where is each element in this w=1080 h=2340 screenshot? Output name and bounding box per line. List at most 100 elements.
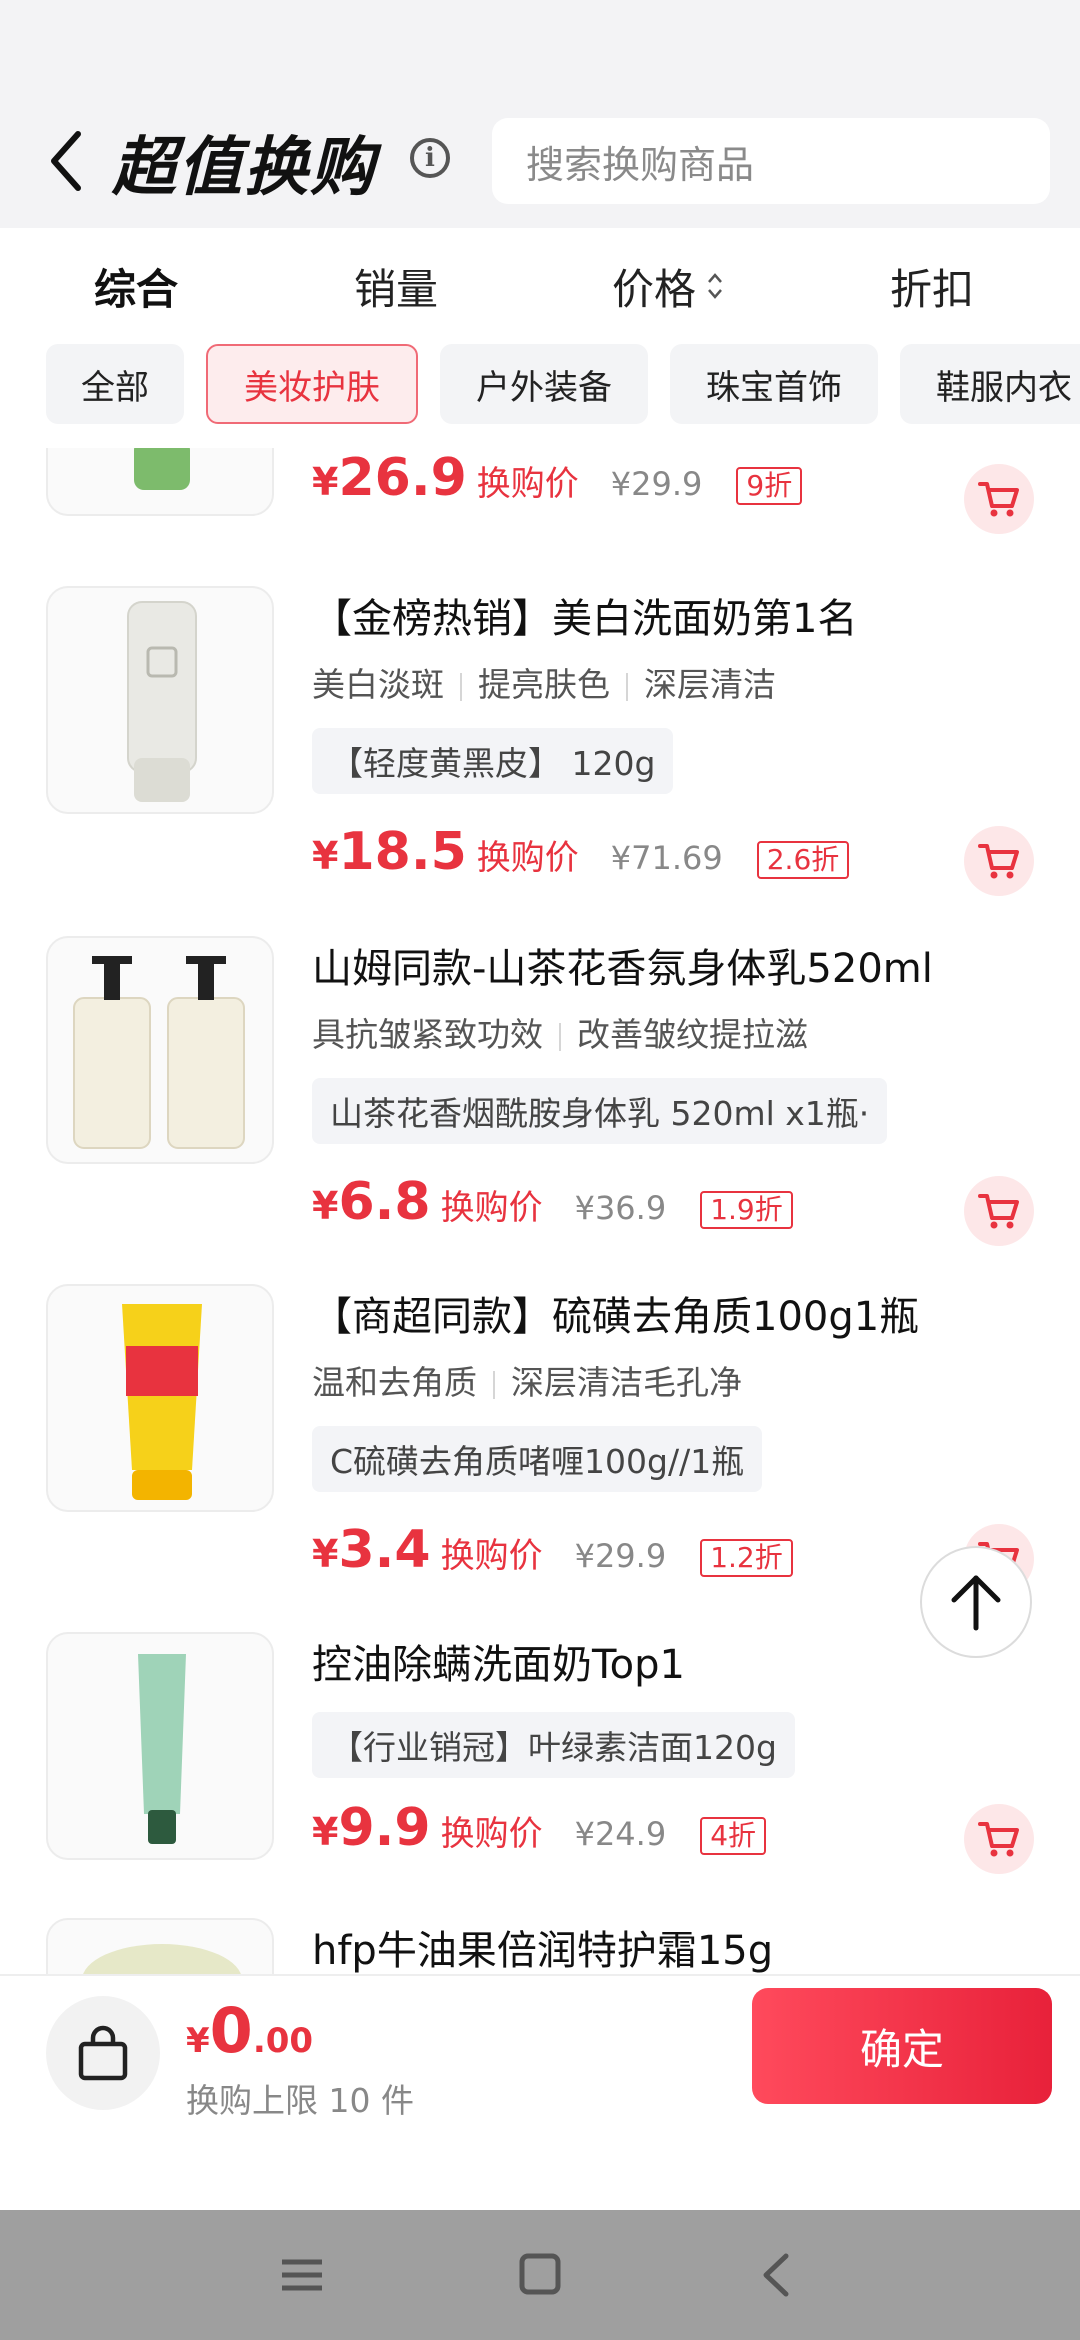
discount-badge: 1.2折: [700, 1539, 793, 1577]
product-title: 控油除螨洗面奶Top1: [312, 1642, 685, 1688]
original-price: ¥24.9: [574, 1815, 667, 1853]
product-spec[interactable]: 山茶花香烟酰胺身体乳 520ml x1瓶·: [312, 1078, 888, 1144]
product-tag: 深层清洁: [644, 665, 776, 704]
sort-tab-label: 折扣: [890, 264, 975, 314]
product-spec[interactable]: C硫磺去角质啫喱100g//1瓶: [312, 1426, 763, 1492]
price-row: ¥ 9.9 换购价 ¥24.9 4折: [312, 1798, 767, 1858]
category-chip-beauty[interactable]: 美妆护肤: [206, 344, 418, 424]
scroll-to-top-button[interactable]: [920, 1546, 1032, 1658]
category-bar: 全部 美妆护肤 户外装备 珠宝首饰 鞋服内衣: [0, 344, 1080, 444]
currency-symbol: ¥: [312, 460, 339, 504]
exchange-price: 3.4: [338, 1520, 431, 1580]
exchange-price: 18.5: [338, 822, 467, 882]
menu-icon[interactable]: [272, 2250, 332, 2300]
product-tags: 温和去角质 深层清洁毛孔净: [312, 1356, 742, 1404]
confirm-button[interactable]: 确定: [752, 1988, 1052, 2104]
category-chip-clothing[interactable]: 鞋服内衣: [900, 344, 1080, 424]
product-image: [46, 1918, 274, 1974]
original-price: ¥29.9: [610, 465, 703, 503]
sort-bar: 综合 销量 价格 折扣: [0, 228, 1080, 344]
product-tags: 美白淡斑 提亮肤色 深层清洁: [312, 658, 776, 706]
page-title: 超值换购: [112, 131, 376, 205]
currency-symbol: ¥: [312, 1810, 339, 1854]
price-label: 换购价: [440, 1188, 543, 1228]
exchange-price: 26.9: [338, 448, 467, 508]
add-to-cart-button[interactable]: [964, 826, 1034, 896]
discount-badge: 1.9折: [700, 1191, 793, 1229]
sort-tab-sales[interactable]: 销量: [354, 228, 438, 344]
sort-tab-comprehensive[interactable]: 综合: [94, 228, 178, 344]
discount-badge: 9折: [736, 467, 803, 505]
total-price: ¥0.00: [186, 1994, 313, 2067]
original-price: ¥36.9: [574, 1189, 667, 1227]
search-input[interactable]: 搜索换购商品: [492, 118, 1050, 204]
price-label: 换购价: [476, 838, 579, 878]
currency-symbol: ¥: [312, 1532, 339, 1576]
header: 超值换购 i 搜索换购商品: [0, 0, 1080, 228]
sort-tab-label: 综合: [94, 264, 179, 314]
sort-arrows-icon: [708, 273, 722, 299]
shopping-bag-icon[interactable]: [46, 1996, 160, 2110]
cart-icon: [978, 1194, 1019, 1229]
product-image: [46, 1632, 274, 1860]
sort-tab-discount[interactable]: 折扣: [890, 228, 974, 344]
product-image: [46, 586, 274, 814]
currency-symbol: ¥: [312, 1184, 339, 1228]
system-nav-bar: [0, 2210, 1080, 2340]
add-to-cart-button[interactable]: [964, 1804, 1034, 1874]
exchange-price: 6.8: [338, 1172, 431, 1232]
checkout-bar: ¥0.00 换购上限 10 件 确定: [0, 1974, 1080, 2212]
price-row: ¥ 3.4 换购价 ¥29.9 1.2折: [312, 1520, 793, 1580]
product-image: [46, 936, 274, 1164]
product-title: hfp牛油果倍润特护霜15g: [312, 1928, 774, 1974]
price-label: 换购价: [440, 1536, 543, 1576]
product-tags: 具抗皱紧致功效 改善皱纹提拉滋: [312, 1008, 808, 1056]
product-tag: 深层清洁毛孔净: [511, 1363, 742, 1402]
category-chip-jewelry[interactable]: 珠宝首饰: [670, 344, 878, 424]
original-price: ¥71.69: [610, 839, 723, 877]
product-image: [46, 448, 274, 516]
price-row: ¥ 18.5 换购价 ¥71.69 2.6折: [312, 822, 850, 882]
total-integer: 0: [209, 1994, 253, 2067]
cart-icon: [978, 482, 1019, 517]
exchange-limit-text: 换购上限 10 件: [186, 2081, 414, 2120]
total-decimal: .00: [252, 2021, 314, 2061]
arrow-up-icon: [951, 1575, 1001, 1631]
product-spec[interactable]: 【行业销冠】叶绿素洁面120g: [312, 1712, 795, 1778]
sort-tab-price[interactable]: 价格: [612, 228, 724, 344]
product-title: 【金榜热销】美白洗面奶第1名: [312, 596, 858, 642]
add-to-cart-button[interactable]: [964, 464, 1034, 534]
price-row: ¥ 6.8 换购价 ¥36.9 1.9折: [312, 1172, 793, 1232]
add-to-cart-button[interactable]: [964, 1176, 1034, 1246]
search-placeholder: 搜索换购商品: [526, 142, 755, 187]
sort-tab-label: 价格: [612, 264, 697, 314]
product-spec[interactable]: 【轻度黄黑皮】 120g: [312, 728, 674, 794]
home-icon[interactable]: [510, 2250, 570, 2300]
cart-icon: [978, 844, 1019, 879]
back-arrow-icon[interactable]: [46, 126, 86, 196]
discount-badge: 2.6折: [756, 841, 850, 879]
product-tag: 美白淡斑: [312, 665, 444, 704]
price-label: 换购价: [476, 464, 579, 504]
product-title: 山姆同款-山茶花香氛身体乳520ml: [312, 946, 933, 992]
cart-icon: [978, 1822, 1019, 1857]
price-label: 换购价: [440, 1814, 543, 1854]
original-price: ¥29.9: [574, 1537, 667, 1575]
currency-symbol: ¥: [312, 834, 339, 878]
discount-badge: 4折: [700, 1817, 767, 1855]
category-chip-outdoor[interactable]: 户外装备: [440, 344, 648, 424]
product-tag: 温和去角质: [312, 1363, 477, 1402]
product-tag: 提亮肤色: [478, 665, 610, 704]
total-currency: ¥: [186, 2021, 210, 2061]
product-tag: 具抗皱紧致功效: [312, 1015, 543, 1054]
info-icon[interactable]: i: [410, 138, 450, 178]
product-list[interactable]: ¥ 26.9 换购价 ¥29.9 9折 【金榜热销】美白洗面奶第1名 美白淡斑提…: [0, 448, 1080, 1974]
product-tag: 改善皱纹提拉滋: [577, 1015, 808, 1054]
back-icon[interactable]: [746, 2250, 806, 2300]
category-chip-all[interactable]: 全部: [46, 344, 184, 424]
exchange-price: 9.9: [338, 1798, 431, 1858]
price-row: ¥ 26.9 换购价 ¥29.9 9折: [312, 448, 803, 508]
sort-tab-label: 销量: [354, 264, 439, 314]
product-title: 【商超同款】硫磺去角质100g1瓶: [312, 1294, 920, 1340]
product-image: [46, 1284, 274, 1512]
